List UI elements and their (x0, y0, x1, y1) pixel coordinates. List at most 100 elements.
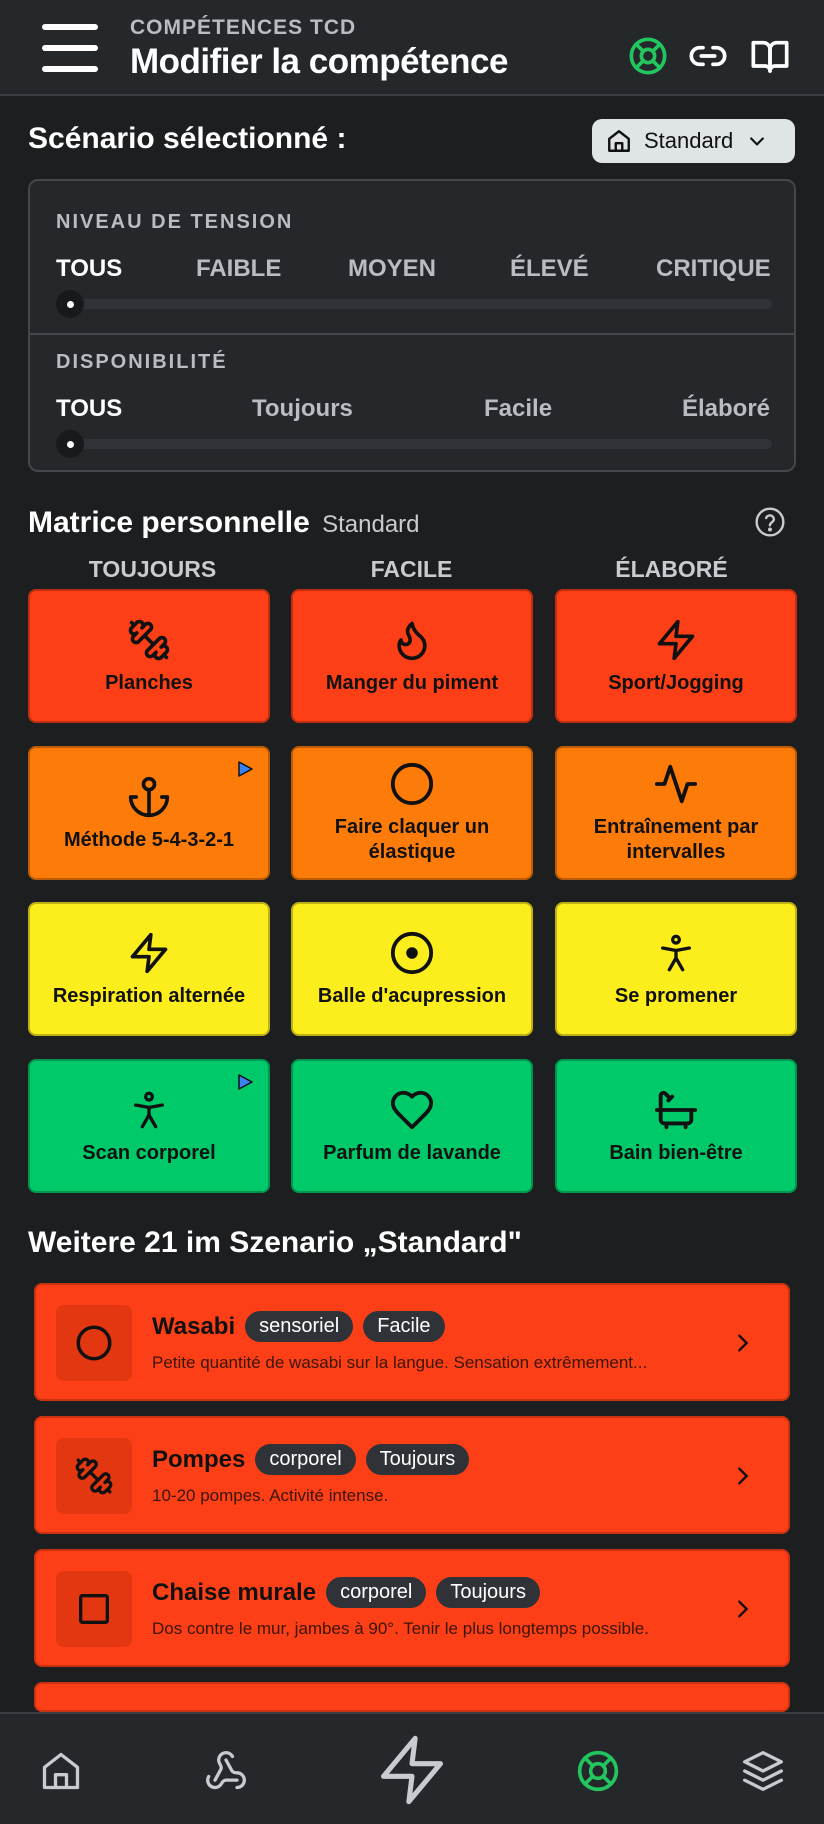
column-header-elaborate: ÉLABORÉ (615, 556, 728, 582)
tag-availability: Toujours (365, 1444, 470, 1475)
availability-slider-thumb[interactable] (56, 430, 84, 458)
chevron-right-icon (738, 1334, 749, 1352)
list-item-description: 10-20 pompes. Activité intense. (152, 1486, 389, 1505)
skill-tile-label: Planches (105, 671, 193, 694)
list-item-chaise-murale[interactable]: Chaise murale corporel Toujours Dos cont… (34, 1549, 790, 1667)
book-open-icon[interactable] (748, 34, 792, 78)
skill-tile-label: Bain bien-être (609, 1141, 743, 1164)
scenario-dropdown[interactable]: Standard (592, 119, 795, 163)
layers-icon[interactable] (736, 1744, 790, 1798)
matrix-title-text: Matrice personnelle (28, 506, 310, 539)
filter-panel: NIVEAU DE TENSION TOUS FAIBLE MOYEN ÉLEV… (28, 179, 796, 472)
skill-tile-manger-du-piment[interactable]: Manger du piment (291, 589, 533, 723)
list-item-description: Petite quantité de wasabi sur la langue.… (152, 1353, 648, 1372)
skill-tile-label: Parfum de lavande (323, 1141, 501, 1164)
more-section-title: Weitere 21 im Szenario „Standard" (28, 1226, 522, 1259)
availability-option-easy[interactable]: Facile (484, 395, 552, 423)
page-title: Modifier la compétence (130, 42, 508, 81)
skill-tile-scan-corporel[interactable]: Scan corporel (28, 1059, 270, 1193)
availability-option-all[interactable]: TOUS (56, 395, 122, 423)
skill-tile-elastique[interactable]: Faire claquer un élastique (291, 746, 533, 880)
scenario-selected-value: Standard (644, 128, 734, 153)
skill-tile-label: Sport/Jogging (608, 671, 744, 694)
app-header: COMPÉTENCES TCD Modifier la compétence (0, 0, 824, 96)
skill-tile-label: Balle d'acupression (317, 984, 507, 1007)
lifebuoy-icon[interactable] (626, 34, 670, 78)
dumbbell-icon (56, 1438, 132, 1514)
webhook-icon[interactable] (199, 1744, 253, 1798)
home-icon (608, 130, 630, 152)
skill-tile-label: Manger du piment (325, 671, 499, 694)
list-item-pompes[interactable]: Pompes corporel Toujours 10-20 pompes. A… (34, 1416, 790, 1534)
activity-icon (653, 761, 699, 807)
availability-slider-track[interactable] (56, 439, 772, 449)
column-header-easy: FACILE (370, 556, 453, 582)
column-header-always: TOUJOURS (88, 556, 217, 582)
bath-icon (653, 1087, 699, 1133)
lightning-icon[interactable] (370, 1728, 454, 1812)
person-icon (653, 930, 699, 976)
list-item-name: Wasabi (152, 1312, 236, 1340)
skill-tile-se-promener[interactable]: Se promener (555, 902, 797, 1036)
link-icon[interactable] (686, 34, 730, 78)
lifebuoy-icon[interactable] (571, 1744, 625, 1798)
skill-tile-balle-acupression[interactable]: Balle d'acupression (291, 902, 533, 1036)
tag-category: corporel (255, 1444, 356, 1475)
list-item-partial[interactable] (34, 1682, 790, 1712)
tension-option-high[interactable]: ÉLEVÉ (510, 255, 589, 283)
availability-option-always[interactable]: Toujours (252, 395, 353, 423)
tension-option-critical[interactable]: CRITIQUE (656, 255, 771, 283)
play-icon[interactable] (236, 1073, 254, 1091)
skill-tile-sport-jogging[interactable]: Sport/Jogging (555, 589, 797, 723)
heart-icon (389, 1087, 435, 1133)
availability-heading: DISPONIBILITÉ (56, 351, 228, 373)
tension-option-low[interactable]: FAIBLE (196, 255, 281, 283)
tension-option-all[interactable]: TOUS (56, 255, 122, 283)
skill-tile-label: Scan corporel (82, 1141, 216, 1164)
chevron-down-icon (750, 137, 765, 146)
header-subtitle: COMPÉTENCES TCD (130, 16, 357, 39)
chevron-right-icon (738, 1600, 749, 1618)
tag-category: corporel (326, 1577, 427, 1608)
anchor-icon (126, 774, 172, 820)
skill-tile-bain-bien-etre[interactable]: Bain bien-être (555, 1059, 797, 1193)
tension-slider-track[interactable] (56, 299, 772, 309)
home-icon[interactable] (34, 1744, 88, 1798)
help-icon[interactable] (754, 506, 786, 538)
tag-availability: Facile (363, 1311, 445, 1342)
square-icon (56, 1571, 132, 1647)
list-item-title: Pompes corporel Toujours (152, 1444, 470, 1475)
skill-tile-label: Méthode 5-4-3-2-1 (63, 828, 235, 851)
flame-icon (389, 617, 435, 663)
list-item-name: Pompes (152, 1445, 246, 1473)
list-item-title: Chaise murale corporel Toujours (152, 1577, 540, 1608)
list-item-title: Wasabi sensoriel Facile (152, 1311, 445, 1342)
circle-icon (389, 761, 435, 807)
play-icon[interactable] (236, 760, 254, 778)
skill-tile-intervalles[interactable]: Entraînement par intervalles (555, 746, 797, 880)
filter-divider (30, 333, 794, 335)
person-icon (126, 1087, 172, 1133)
target-icon (389, 930, 435, 976)
lightning-icon (126, 930, 172, 976)
tension-heading: NIVEAU DE TENSION (56, 211, 294, 233)
matrix-subtitle: Standard (322, 511, 420, 538)
skill-tile-parfum-lavande[interactable]: Parfum de lavande (291, 1059, 533, 1193)
tag-category: sensoriel (245, 1311, 354, 1342)
scenario-label: Scénario sélectionné : (28, 122, 347, 155)
skill-tile-planches[interactable]: Planches (28, 589, 270, 723)
dumbbell-icon (126, 617, 172, 663)
bottom-navigation (0, 1712, 824, 1824)
skill-tile-respiration-alternee[interactable]: Respiration alternée (28, 902, 270, 1036)
list-item-name: Chaise murale (152, 1578, 317, 1606)
list-item-wasabi[interactable]: Wasabi sensoriel Facile Petite quantité … (34, 1283, 790, 1401)
tension-slider-thumb[interactable] (56, 290, 84, 318)
skill-tile-label: Respiration alternée (52, 984, 246, 1007)
availability-option-elaborate[interactable]: Élaboré (682, 395, 770, 423)
tension-option-medium[interactable]: MOYEN (348, 255, 436, 283)
list-item-description: Dos contre le mur, jambes à 90°. Tenir l… (152, 1619, 649, 1638)
skill-tile-methode-54321[interactable]: Méthode 5-4-3-2-1 (28, 746, 270, 880)
menu-icon[interactable] (40, 20, 100, 76)
tag-availability: Toujours (436, 1577, 540, 1608)
skill-tile-label: Entraînement par intervalles (593, 816, 759, 863)
